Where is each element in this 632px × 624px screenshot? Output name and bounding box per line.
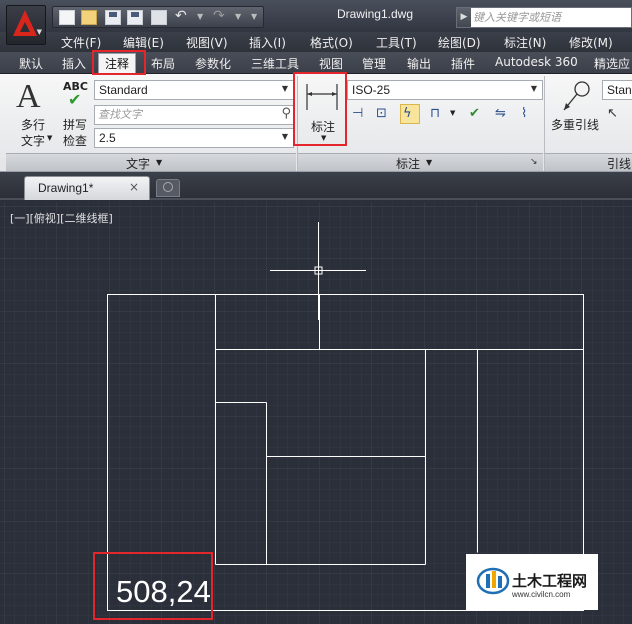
menu-file[interactable]: 文件(F) bbox=[61, 34, 101, 51]
chevron-down-icon: ▼ bbox=[426, 158, 433, 167]
linear-dimension-icon bbox=[306, 84, 338, 110]
add-leader-icon[interactable]: ↖ bbox=[604, 104, 624, 124]
tab-default[interactable]: 默认 bbox=[19, 55, 43, 72]
file-tab-drawing1[interactable]: Drawing1* × bbox=[24, 176, 150, 200]
watermark-logo: 土木工程网 www.civilcn.com bbox=[466, 554, 598, 610]
open-file-icon[interactable] bbox=[81, 10, 97, 25]
text-style-select[interactable]: Standard ▼ bbox=[94, 80, 294, 100]
coordinate-readout: 508,24 bbox=[116, 574, 211, 609]
tab-autodesk-360[interactable]: Autodesk 360 bbox=[495, 55, 578, 69]
ribbon-panel: A 多行 文字 ▼ ABC ✔ 拼写 检查 Standard ▼ ⚲ 2.5 ▼… bbox=[0, 72, 632, 172]
tab-featured-apps[interactable]: 精选应 bbox=[594, 55, 630, 72]
chevron-down-icon: ▼ bbox=[36, 28, 42, 36]
menu-view[interactable]: 视图(V) bbox=[186, 34, 228, 51]
title-bar: ↶ ▼ ↷ ▼ ▼ Drawing1.dwg ▶ bbox=[0, 0, 632, 34]
multileader-style-select[interactable]: Stan bbox=[602, 80, 632, 100]
expand-arrow-icon[interactable]: ▶ bbox=[457, 8, 471, 27]
tab-insert[interactable]: 插入 bbox=[62, 55, 86, 72]
quick-access-toolbar: ↶ ▼ ↷ ▼ ▼ bbox=[52, 6, 264, 28]
tab-3d-tools[interactable]: 三维工具 bbox=[251, 55, 299, 72]
new-tab-button[interactable] bbox=[156, 179, 180, 197]
dimension-label: 标注 bbox=[311, 120, 336, 134]
print-icon[interactable] bbox=[151, 10, 167, 25]
redo-icon[interactable]: ↷ bbox=[213, 8, 225, 24]
tab-parametric[interactable]: 参数化 bbox=[195, 55, 231, 72]
leader-panel-title: 引线 bbox=[607, 157, 632, 171]
multiline-text-icon[interactable]: A bbox=[16, 78, 41, 116]
undo-icon[interactable]: ↶ bbox=[175, 8, 187, 24]
panel-launcher-icon[interactable]: ↘ bbox=[530, 157, 538, 167]
new-file-icon[interactable] bbox=[59, 10, 75, 25]
search-input[interactable] bbox=[473, 10, 631, 25]
file-tab-bar: Drawing1* × bbox=[0, 172, 632, 200]
viewport-controls-label[interactable]: [一][俯视][二维线框] bbox=[10, 210, 113, 226]
undo-dropdown-icon[interactable]: ▼ bbox=[197, 12, 203, 21]
dimension-style-select[interactable]: ISO-25 ▼ bbox=[347, 80, 543, 100]
redo-dropdown-icon[interactable]: ▼ bbox=[235, 12, 241, 21]
menu-bar: 文件(F) 编辑(E) 视图(V) 插入(I) 格式(O) 工具(T) 绘图(D… bbox=[0, 32, 632, 52]
find-text-field: ⚲ bbox=[94, 105, 294, 125]
watermark-title: 土木工程网 bbox=[512, 572, 588, 590]
dim-jog-icon[interactable]: ⌇ bbox=[518, 104, 538, 124]
chevron-down-icon: ▼ bbox=[156, 158, 163, 167]
text-panel-title-bar[interactable]: 文字 ▼ bbox=[6, 153, 296, 171]
checkmark-icon: ✔ bbox=[68, 90, 82, 109]
leader-panel-title-bar[interactable]: 引线 bbox=[545, 153, 632, 171]
chevron-down-icon: ▼ bbox=[530, 84, 538, 93]
search-box: ▶ bbox=[456, 7, 632, 28]
save-icon[interactable] bbox=[105, 10, 121, 25]
close-icon[interactable]: × bbox=[129, 180, 139, 194]
watermark-url: www.civilcn.com bbox=[512, 590, 571, 599]
dim-continue-icon[interactable]: ⊓ bbox=[427, 104, 447, 124]
save-as-icon[interactable] bbox=[127, 10, 143, 25]
menu-draw[interactable]: 绘图(D) bbox=[438, 34, 481, 51]
application-menu-button[interactable]: ▼ bbox=[6, 5, 46, 45]
tab-layout[interactable]: 布局 bbox=[151, 55, 175, 72]
chevron-down-icon[interactable]: ▼ bbox=[47, 134, 52, 142]
dim-baseline-icon[interactable]: ⊣ bbox=[349, 104, 369, 124]
tab-manage[interactable]: 管理 bbox=[362, 55, 386, 72]
menu-tools[interactable]: 工具(T) bbox=[376, 34, 417, 51]
tab-annotate[interactable]: 注释 bbox=[98, 53, 137, 74]
find-text-input[interactable] bbox=[98, 108, 258, 121]
document-title: Drawing1.dwg bbox=[336, 7, 414, 21]
chevron-down-icon: ▼ bbox=[281, 84, 289, 93]
dimension-panel-title: 标注 bbox=[396, 157, 421, 171]
multileader-label[interactable]: 多重引线 bbox=[551, 116, 599, 133]
multileader-icon[interactable] bbox=[560, 80, 596, 114]
spell-check-label[interactable]: 拼写 bbox=[63, 116, 87, 133]
tab-plugins[interactable]: 插件 bbox=[451, 55, 475, 72]
dim-update-icon[interactable]: ✔ bbox=[466, 104, 486, 124]
dim-adjust-space-icon[interactable]: ⇋ bbox=[492, 104, 512, 124]
watermark-badge-icon bbox=[476, 567, 510, 595]
chevron-down-icon: ▼ bbox=[281, 132, 289, 141]
find-replace-icon[interactable]: ⚲ bbox=[281, 106, 291, 121]
dim-inspect-icon[interactable]: ⊡ bbox=[373, 104, 393, 124]
text-height-select[interactable]: 2.5 ▼ bbox=[94, 128, 294, 148]
tab-output[interactable]: 输出 bbox=[407, 55, 431, 72]
menu-insert[interactable]: 插入(I) bbox=[249, 34, 286, 51]
chevron-down-icon: ▼ bbox=[321, 134, 327, 142]
dimension-button[interactable]: 标注 ▼ bbox=[303, 78, 343, 144]
tab-view[interactable]: 视图 bbox=[319, 55, 343, 72]
chevron-down-icon[interactable]: ▼ bbox=[450, 109, 455, 117]
multiline-text-label-2[interactable]: 文字 bbox=[21, 132, 45, 149]
menu-dimension[interactable]: 标注(N) bbox=[504, 34, 546, 51]
dim-break-icon[interactable]: ϟ bbox=[400, 104, 420, 124]
ribbon-tab-bar: 默认 插入 注释 布局 参数化 三维工具 视图 管理 输出 插件 Autodes… bbox=[0, 52, 632, 74]
menu-modify[interactable]: 修改(M) bbox=[569, 34, 613, 51]
menu-edit[interactable]: 编辑(E) bbox=[123, 34, 164, 51]
file-tab-label: Drawing1* bbox=[38, 181, 94, 195]
dimension-panel-title-bar[interactable]: 标注 ▼ ↘ bbox=[298, 153, 543, 171]
plus-icon bbox=[163, 182, 173, 192]
menu-format[interactable]: 格式(O) bbox=[310, 34, 353, 51]
text-panel-title: 文字 bbox=[126, 157, 151, 171]
multiline-text-label[interactable]: 多行 bbox=[21, 116, 45, 133]
spell-check-label-2[interactable]: 检查 bbox=[63, 132, 87, 149]
customize-qat-icon[interactable]: ▼ bbox=[251, 12, 257, 21]
